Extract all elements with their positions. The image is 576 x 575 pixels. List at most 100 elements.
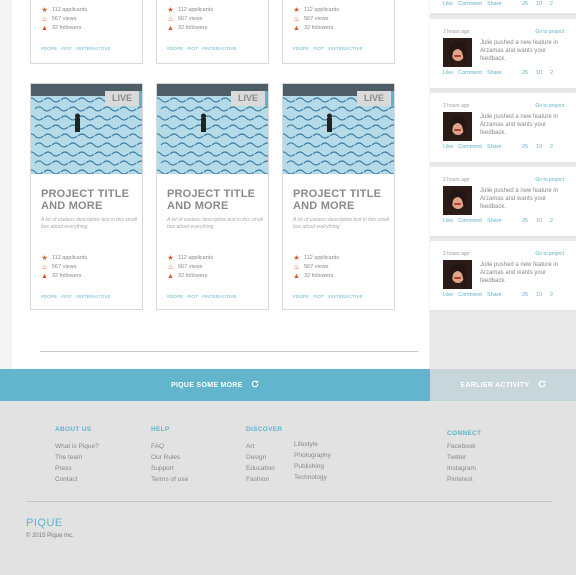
- comment-link[interactable]: Comment: [458, 144, 482, 150]
- project-title[interactable]: PROJECT TITLE AND MORE: [41, 188, 141, 212]
- project-card[interactable]: LIVE PROJECT TITLE AND MORE A lot of usele…: [30, 83, 143, 310]
- footer-link-photography[interactable]: Photography: [294, 452, 331, 459]
- project-title[interactable]: PROJECT TITLE AND MORE: [293, 188, 393, 212]
- footer-link-technology[interactable]: Technology: [294, 474, 327, 481]
- live-badge: LIVE: [231, 91, 268, 106]
- share-count: 2: [550, 1, 554, 7]
- like-link[interactable]: Like: [443, 144, 453, 150]
- tag-link[interactable]: #DOPE: [41, 294, 57, 299]
- footer-link-rules[interactable]: Our Rules: [151, 454, 180, 461]
- tag-link[interactable]: #IOT: [61, 294, 72, 299]
- footer-link-education[interactable]: Education: [246, 465, 275, 472]
- star-icon: ★: [41, 254, 48, 262]
- star-icon: ★: [41, 6, 48, 14]
- earlier-activity-button[interactable]: EARLIER ACTIVITY: [430, 369, 576, 401]
- share-link[interactable]: Share: [487, 70, 502, 76]
- footer-link-team[interactable]: The team: [55, 454, 82, 461]
- go-to-project-link[interactable]: Go to project: [535, 29, 564, 35]
- share-link[interactable]: Share: [487, 144, 502, 150]
- tag-link[interactable]: #INTERACTIVE: [328, 46, 363, 51]
- tag-list: #DOPE #IOT #INTERACTIVE: [293, 294, 367, 299]
- like-link[interactable]: Like: [443, 292, 453, 298]
- footer-link-support[interactable]: Support: [151, 465, 174, 472]
- stat-followers-text: 32 followers: [304, 25, 334, 31]
- footer-heading-discover: DISCOVER: [246, 426, 283, 433]
- like-link[interactable]: Like: [443, 1, 453, 7]
- earlier-activity-label: EARLIER ACTIVITY: [460, 382, 530, 389]
- share-link[interactable]: Share: [487, 292, 502, 298]
- footer-link-pinterest[interactable]: Pinterest: [447, 476, 473, 483]
- tag-link[interactable]: #DOPE: [167, 46, 183, 51]
- footer-link-art[interactable]: Art: [246, 443, 254, 450]
- tag-link[interactable]: #DOPE: [167, 294, 183, 299]
- site-footer: ABOUT US What is Pique? The team Press C…: [0, 401, 576, 575]
- stat-followers: ▲ 32 followers: [41, 272, 81, 280]
- comment-link[interactable]: Comment: [458, 292, 482, 298]
- footer-logo[interactable]: PIQUE: [26, 517, 63, 529]
- comment-link[interactable]: Comment: [458, 70, 482, 76]
- footer-copyright: © 2015 Pique Inc.: [26, 533, 74, 539]
- stat-followers-text: 32 followers: [52, 25, 82, 31]
- activity-item-partial: Like Comment Share 25 10 2: [430, 0, 576, 15]
- like-link[interactable]: Like: [443, 70, 453, 76]
- footer-link-press[interactable]: Press: [55, 465, 72, 472]
- comment-link[interactable]: Comment: [458, 218, 482, 224]
- stat-views: ♨ 567 views: [293, 263, 328, 271]
- tag-link[interactable]: #IOT: [313, 294, 324, 299]
- activity-counts: 25 10 2: [522, 292, 564, 298]
- tag-link[interactable]: #IOT: [313, 46, 324, 51]
- share-link[interactable]: Share: [487, 218, 502, 224]
- followers-icon: ▲: [293, 272, 300, 280]
- avatar[interactable]: [443, 260, 472, 289]
- share-link[interactable]: Share: [487, 1, 502, 7]
- load-more-button[interactable]: PIQUE SOME MORE: [0, 369, 430, 401]
- comment-link[interactable]: Comment: [458, 1, 482, 7]
- tag-link[interactable]: #INTERACTIVE: [76, 46, 111, 51]
- main-divider: [40, 351, 418, 352]
- footer-link-terms[interactable]: Terms of use: [151, 476, 188, 483]
- tag-link[interactable]: #INTERACTIVE: [202, 46, 237, 51]
- footer-link-instagram[interactable]: Instagram: [447, 465, 476, 472]
- footer-heading-about: ABOUT US: [55, 426, 92, 433]
- like-count: 25: [522, 1, 529, 7]
- project-card-partial[interactable]: ★ 112 applicants ♨ 567 views ▲ 32 followers #D…: [30, 0, 143, 64]
- footer-link-faq[interactable]: FAQ: [151, 443, 164, 450]
- activity-item: 2 hours ago Go to project Julie pushed a n…: [430, 19, 576, 90]
- fire-icon: ♨: [293, 263, 300, 271]
- tag-link[interactable]: #IOT: [187, 46, 198, 51]
- footer-link-fashion[interactable]: Fashion: [246, 476, 269, 483]
- like-link[interactable]: Like: [443, 218, 453, 224]
- tag-list: #DOPE #IOT #INTERACTIVE: [41, 46, 115, 51]
- tag-link[interactable]: #DOPE: [41, 46, 57, 51]
- tag-list: #DOPE #IOT #INTERACTIVE: [167, 294, 241, 299]
- go-to-project-link[interactable]: Go to project: [535, 177, 564, 183]
- footer-link-publishing[interactable]: Publishing: [294, 463, 324, 470]
- tag-link[interactable]: #INTERACTIVE: [202, 294, 237, 299]
- project-card-partial[interactable]: ★ 112 applicants ♨ 567 views ▲ 32 followers #D…: [282, 0, 395, 64]
- tag-link[interactable]: #DOPE: [293, 46, 309, 51]
- tag-link[interactable]: #IOT: [187, 294, 198, 299]
- project-card[interactable]: LIVE PROJECT TITLE AND MORE A lot of usele…: [282, 83, 395, 310]
- avatar[interactable]: [443, 38, 472, 67]
- avatar[interactable]: [443, 112, 472, 141]
- stat-applicants-text: 112 applicants: [304, 255, 340, 261]
- avatar[interactable]: [443, 186, 472, 215]
- footer-link-design[interactable]: Design: [246, 454, 266, 461]
- tag-link[interactable]: #INTERACTIVE: [328, 294, 363, 299]
- footer-link-what-is-pique[interactable]: What is Pique?: [55, 443, 99, 450]
- project-title[interactable]: PROJECT TITLE AND MORE: [167, 188, 267, 212]
- stat-followers-text: 32 followers: [52, 273, 82, 279]
- tag-link[interactable]: #DOPE: [293, 294, 309, 299]
- activity-actions: Like Comment Share: [443, 218, 507, 224]
- tag-link[interactable]: #IOT: [61, 46, 72, 51]
- go-to-project-link[interactable]: Go to project: [535, 251, 564, 257]
- footer-divider: [26, 501, 552, 502]
- go-to-project-link[interactable]: Go to project: [535, 103, 564, 109]
- footer-link-twitter[interactable]: Twitter: [447, 454, 466, 461]
- project-card[interactable]: LIVE PROJECT TITLE AND MORE A lot of usele…: [156, 83, 269, 310]
- tag-link[interactable]: #INTERACTIVE: [76, 294, 111, 299]
- project-card-partial[interactable]: ★ 112 applicants ♨ 567 views ▲ 32 followers #D…: [156, 0, 269, 64]
- footer-link-contact[interactable]: Contact: [55, 476, 77, 483]
- footer-link-facebook[interactable]: Facebook: [447, 443, 476, 450]
- footer-link-lifestyle[interactable]: Lifestyle: [294, 441, 318, 448]
